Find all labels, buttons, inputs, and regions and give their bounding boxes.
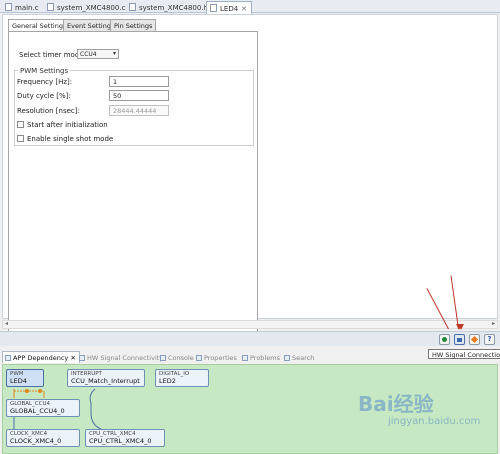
watermark-url: jingyan.baidu.com (388, 416, 481, 427)
console-icon (160, 355, 166, 361)
tab-label: Search (292, 354, 315, 362)
hw-signal-connections-button[interactable] (454, 334, 465, 345)
start-after-init-label: Start after initialization (27, 121, 108, 129)
timer-module-select[interactable]: CCU4 ▾ (77, 49, 119, 59)
watermark-logo: Bai经验 (358, 392, 434, 416)
node-global-ccu4[interactable]: GLOBAL_CCU4 GLOBAL_CCU4_0 (6, 399, 80, 417)
scroll-right-icon[interactable]: ▸ (492, 320, 495, 327)
app-config-editor: General Settings Event Settings Pin Sett… (2, 14, 498, 333)
tool-icon[interactable] (469, 334, 480, 345)
editor-tab-label: main.c (15, 4, 39, 12)
editor-tab-bar: main.c system_XMC4800.c system_XMC4800.h… (0, 0, 500, 14)
node-name: LED4 (10, 377, 27, 385)
app-icon (210, 4, 217, 12)
editor-tab-system-c[interactable]: system_XMC4800.c (44, 1, 129, 13)
node-name: CLOCK_XMC4_0 (10, 437, 62, 445)
close-icon[interactable]: ✕ (241, 5, 247, 13)
node-cpu-ctrl-xmc4[interactable]: CPU_CTRL_XMC4 CPU_CTRL_XMC4_0 (85, 429, 165, 447)
tab-hw-signal-connectivity[interactable]: HW Signal Connectivity (79, 354, 163, 362)
node-clock-xmc4[interactable]: CLOCK_XMC4 CLOCK_XMC4_0 (6, 429, 80, 447)
frequency-label: Frequency [Hz]: (17, 78, 73, 86)
editor-tab-led4[interactable]: LED4 ✕ (206, 1, 253, 14)
editor-tab-label: LED4 (220, 5, 239, 13)
h-file-icon (129, 3, 136, 11)
link-dot (25, 389, 29, 393)
green-status-icon[interactable] (439, 334, 450, 345)
resolution-field: 28444.44444 (109, 105, 169, 116)
scroll-left-icon[interactable]: ◂ (5, 320, 8, 327)
help-icon[interactable]: ? (484, 334, 495, 345)
single-shot-checkbox[interactable] (17, 135, 24, 142)
tab-label: Console (168, 354, 194, 362)
tab-pin-settings[interactable]: Pin Settings (110, 19, 157, 31)
tab-problems[interactable]: Problems (242, 354, 280, 362)
properties-icon (196, 355, 202, 361)
node-interrupt[interactable]: INTERRUPT CCU_Match_Interrupt (67, 369, 145, 387)
c-file-icon (47, 3, 54, 11)
tab-label: APP Dependency (13, 354, 69, 362)
node-name: CPU_CTRL_XMC4_0 (89, 437, 152, 445)
node-name: CCU_Match_Interrupt (71, 377, 140, 385)
editor-tab-label: system_XMC4800.c (57, 4, 126, 12)
tab-label: Problems (250, 354, 280, 362)
node-pwm[interactable]: PWM LED4 (6, 369, 44, 387)
duty-cycle-label: Duty cycle [%]: (17, 92, 71, 100)
pwm-settings-group: PWM Settings Frequency [Hz]: 1 Duty cycl… (14, 67, 254, 146)
editor-tab-main-c[interactable]: main.c (2, 1, 43, 13)
problems-icon (242, 355, 248, 361)
node-name: LED2 (159, 377, 176, 385)
general-settings-panel: Select timer modul CCU4 ▾ PWM Settings F… (8, 31, 258, 333)
tab-label: HW Signal Connectivity (87, 354, 164, 362)
c-file-icon (5, 3, 12, 11)
chevron-down-icon: ▾ (112, 50, 116, 57)
node-digital-io[interactable]: DIGITAL_IO LED2 (155, 369, 209, 387)
bottom-toolbar: ? (0, 331, 500, 346)
node-name: GLOBAL_CCU4_0 (10, 407, 65, 415)
search-icon (284, 355, 290, 361)
single-shot-label: Enable single shot mode (27, 135, 114, 143)
editor-tab-system-h[interactable]: system_XMC4800.h (126, 1, 212, 13)
frequency-field[interactable]: 1 (109, 76, 169, 87)
pointer-arrowhead (458, 324, 464, 330)
link-dot (38, 389, 42, 393)
close-icon[interactable]: ✕ (70, 354, 75, 362)
tab-search[interactable]: Search (284, 354, 314, 362)
tab-app-dependency[interactable]: APP Dependency ✕ (2, 351, 80, 363)
link-interrupt-cpu (89, 388, 102, 430)
tab-properties[interactable]: Properties (196, 354, 237, 362)
hw-signal-icon (79, 355, 85, 361)
duty-cycle-field[interactable]: 50 (109, 90, 169, 101)
pwm-settings-title: PWM Settings (18, 67, 71, 75)
start-after-init-checkbox[interactable] (17, 121, 24, 128)
timer-module-label: Select timer modul (19, 51, 86, 59)
editor-tab-label: system_XMC4800.h (139, 4, 209, 12)
app-dependency-icon (5, 355, 11, 361)
tab-label: Properties (204, 354, 237, 362)
tab-console[interactable]: Console (160, 354, 194, 362)
timer-module-value: CCU4 (80, 51, 97, 58)
resolution-label: Resolution [nsec]: (17, 107, 80, 115)
view-tab-bar: APP Dependency ✕ HW Signal Connectivity … (0, 351, 500, 364)
editor-horizontal-scrollbar[interactable]: ◂ ▸ (2, 320, 498, 329)
